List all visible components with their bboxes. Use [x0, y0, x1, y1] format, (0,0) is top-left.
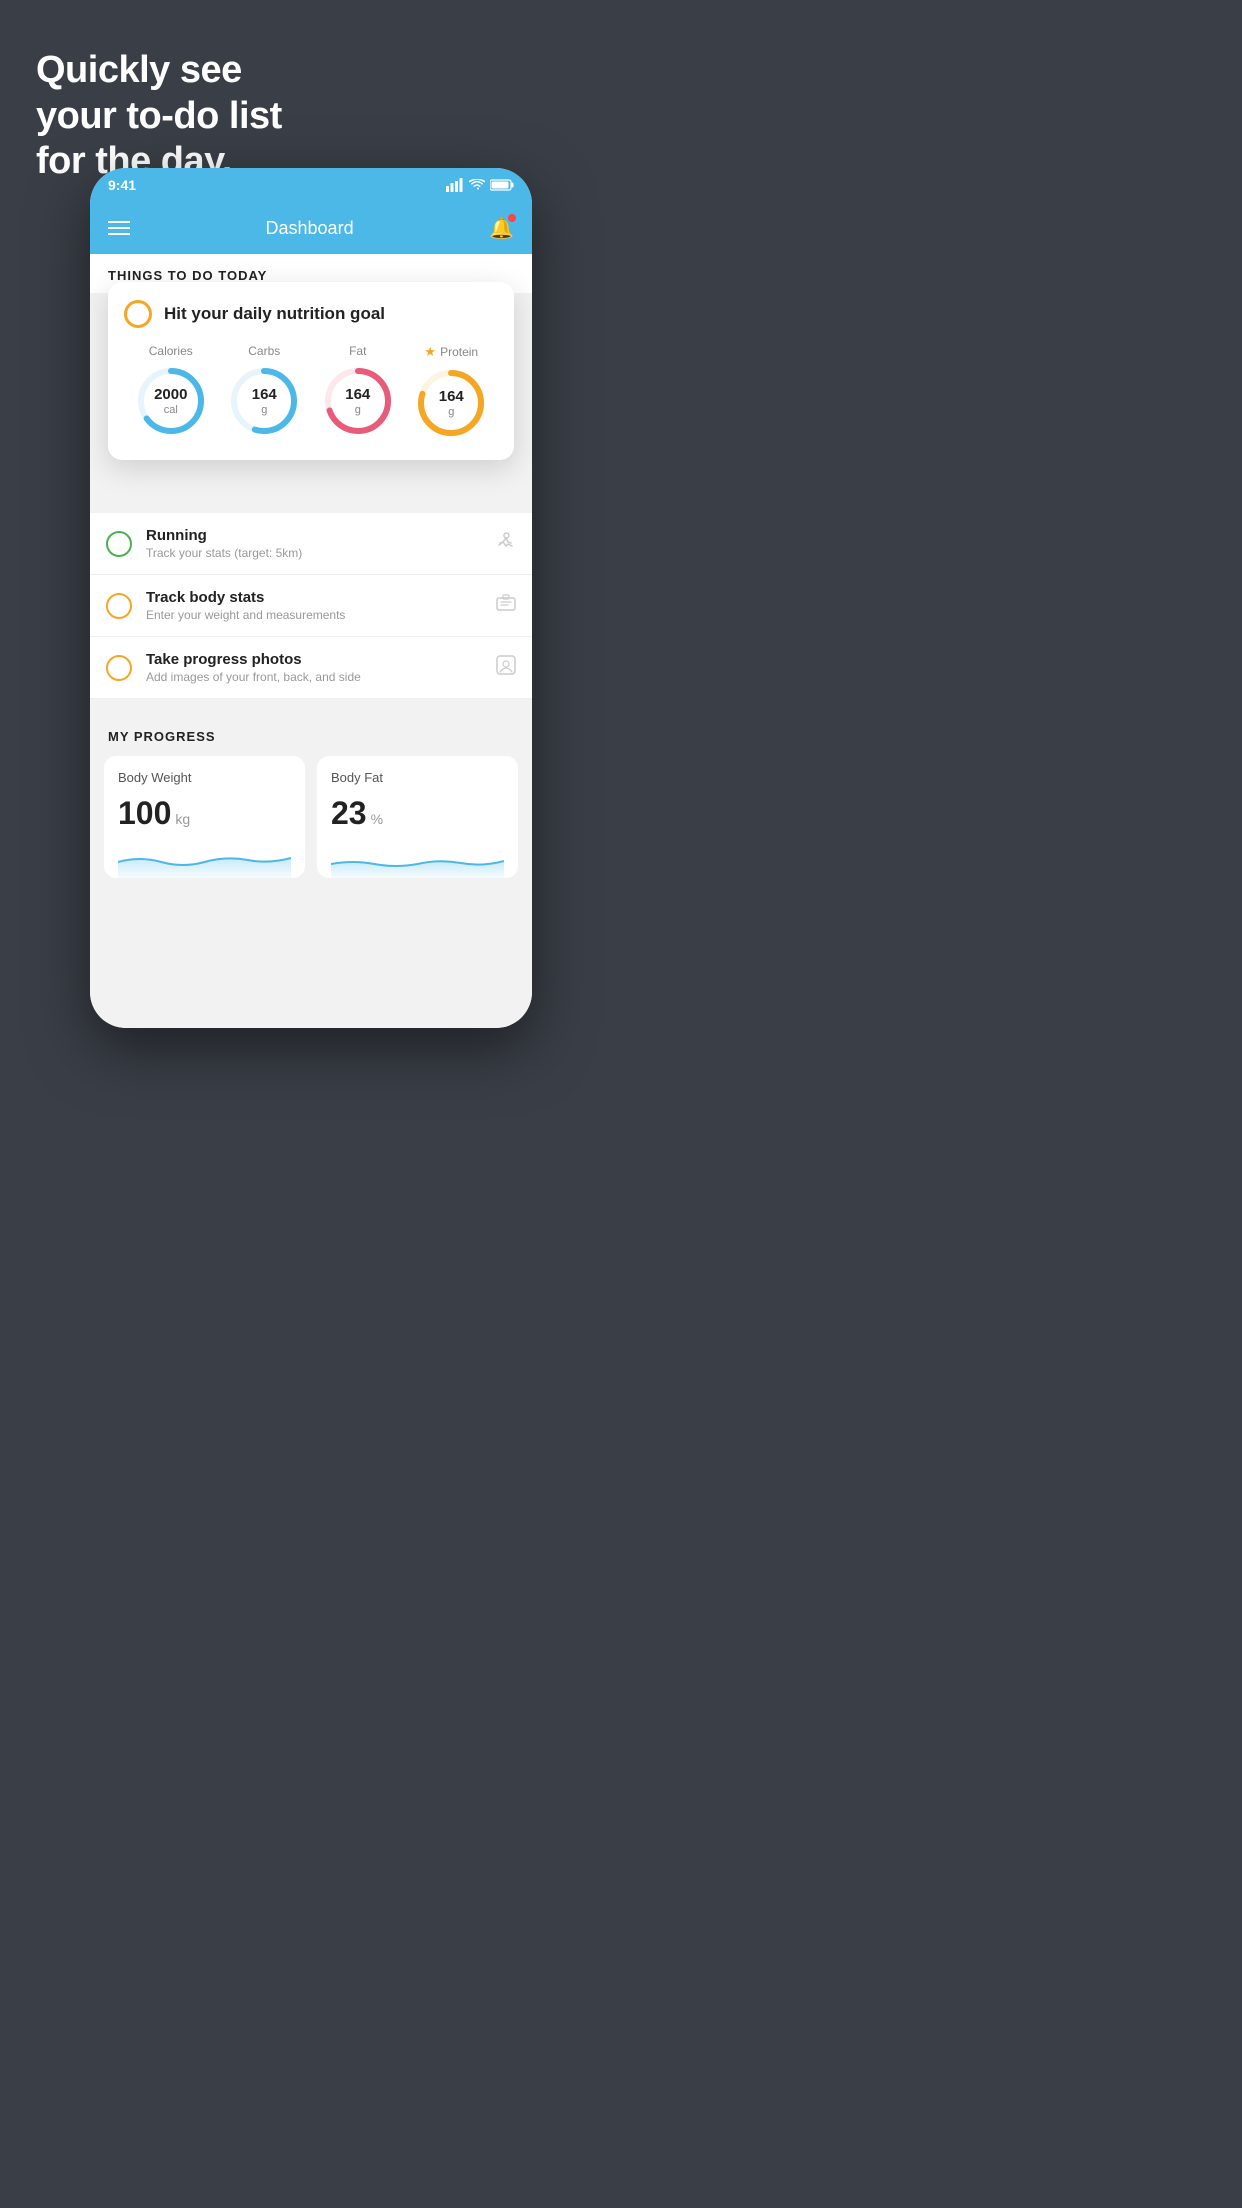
progress-cards: Body Weight 100 kg	[90, 756, 532, 878]
signal-icon	[446, 178, 464, 192]
protein-value: 164	[439, 389, 464, 406]
body-stats-icon	[496, 594, 516, 617]
bell-icon[interactable]: 🔔	[489, 216, 514, 241]
running-check	[106, 531, 132, 557]
time: 9:41	[108, 177, 136, 193]
body-stats-subtitle: Enter your weight and measurements	[146, 608, 482, 622]
body-stats-text: Track body stats Enter your weight and m…	[146, 589, 482, 622]
calories-circle: 2000 cal	[134, 364, 208, 438]
nutrition-card[interactable]: Hit your daily nutrition goal Calories	[108, 282, 514, 460]
body-weight-card[interactable]: Body Weight 100 kg	[104, 756, 305, 878]
carbs-value: 164	[252, 387, 277, 404]
nutrition-check-circle	[124, 300, 152, 328]
body-fat-value-row: 23 %	[331, 795, 504, 832]
body-weight-value: 100	[118, 795, 171, 832]
nutrition-card-title: Hit your daily nutrition goal	[164, 304, 385, 324]
carbs-unit: g	[252, 403, 277, 415]
body-fat-card[interactable]: Body Fat 23 %	[317, 756, 518, 878]
card-title-row: Hit your daily nutrition goal	[124, 300, 498, 328]
todo-list: Running Track your stats (target: 5km) T…	[90, 513, 532, 699]
running-icon	[494, 532, 516, 555]
photos-text: Take progress photos Add images of your …	[146, 651, 482, 684]
running-title: Running	[146, 527, 480, 544]
todo-item-running[interactable]: Running Track your stats (target: 5km)	[90, 513, 532, 575]
carbs-label: Carbs	[248, 344, 280, 358]
carbs-circle: 164 g	[227, 364, 301, 438]
protein-circle: 164 g	[414, 366, 488, 440]
body-fat-wave	[331, 842, 504, 878]
content-area: THINGS TO DO TODAY Hit your daily nutrit…	[90, 254, 532, 1028]
macro-carbs: Carbs 164 g	[227, 344, 301, 438]
macros-row: Calories 2000 cal	[124, 344, 498, 440]
photos-title: Take progress photos	[146, 651, 482, 668]
body-fat-unit: %	[371, 811, 383, 827]
battery-icon	[490, 179, 514, 191]
todo-item-body-stats[interactable]: Track body stats Enter your weight and m…	[90, 575, 532, 637]
wifi-icon	[469, 179, 485, 191]
body-stats-title: Track body stats	[146, 589, 482, 606]
fat-circle: 164 g	[321, 364, 395, 438]
fat-label: Fat	[349, 344, 366, 358]
progress-header: MY PROGRESS	[90, 719, 532, 756]
macro-protein: ★ Protein 164 g	[414, 344, 488, 440]
running-subtitle: Track your stats (target: 5km)	[146, 546, 480, 560]
photos-subtitle: Add images of your front, back, and side	[146, 670, 482, 684]
nav-bar: Dashboard 🔔	[90, 202, 532, 254]
body-weight-value-row: 100 kg	[118, 795, 291, 832]
macro-fat: Fat 164 g	[321, 344, 395, 438]
macro-calories: Calories 2000 cal	[134, 344, 208, 438]
body-fat-value: 23	[331, 795, 367, 832]
protein-unit: g	[439, 405, 464, 417]
photos-icon	[496, 655, 516, 680]
status-icons	[446, 178, 514, 192]
running-text: Running Track your stats (target: 5km)	[146, 527, 480, 560]
star-icon: ★	[424, 344, 436, 360]
progress-section: MY PROGRESS Body Weight 100 kg	[90, 719, 532, 894]
notification-dot	[508, 214, 516, 222]
body-weight-wave	[118, 842, 291, 878]
hamburger-menu[interactable]	[108, 221, 130, 235]
body-fat-title: Body Fat	[331, 770, 504, 785]
fat-value: 164	[345, 387, 370, 404]
protein-label: ★ Protein	[424, 344, 478, 360]
photos-check	[106, 655, 132, 681]
calories-unit: cal	[154, 403, 187, 415]
todo-item-photos[interactable]: Take progress photos Add images of your …	[90, 637, 532, 699]
body-weight-title: Body Weight	[118, 770, 291, 785]
calories-label: Calories	[149, 344, 193, 358]
headline: Quickly see your to-do list for the day.	[36, 48, 282, 185]
phone-mockup: 9:41	[90, 168, 532, 1028]
body-stats-check	[106, 593, 132, 619]
nav-title: Dashboard	[266, 218, 354, 239]
status-bar: 9:41	[90, 168, 532, 202]
fat-unit: g	[345, 403, 370, 415]
body-weight-unit: kg	[175, 811, 190, 827]
calories-value: 2000	[154, 387, 187, 404]
